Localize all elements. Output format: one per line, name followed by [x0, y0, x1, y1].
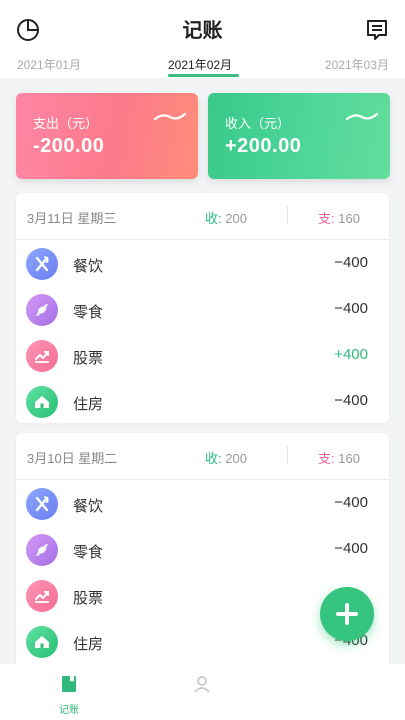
amount: −400	[334, 300, 368, 317]
list-document-icon	[367, 20, 387, 40]
category-label: 零食	[73, 544, 104, 561]
category-label: 住房	[73, 396, 104, 413]
plus-icon-bar	[345, 603, 349, 625]
expense-key: 支:	[318, 451, 335, 466]
day-header: 3月10日 星期二 收: 200 支: 160	[16, 433, 389, 480]
nav-item-profile[interactable]	[172, 674, 232, 701]
list-item[interactable]: 零食 −400	[16, 286, 389, 332]
wave-decoration-icon	[154, 112, 186, 121]
amount: −400	[334, 254, 368, 271]
category-label: 住房	[73, 636, 104, 653]
day-income-summary: 收: 200	[205, 448, 247, 467]
nav-label: 记账	[59, 705, 79, 716]
category-label: 股票	[73, 350, 104, 367]
active-tab-indicator	[168, 74, 239, 77]
month-tabs: 2021年01月 2021年02月 2021年03月	[0, 54, 405, 78]
expense-value: 160	[338, 211, 360, 226]
day-header: 3月11日 星期三 收: 200 支: 160	[16, 193, 389, 240]
candy-icon	[26, 294, 58, 326]
tab-month-prev[interactable]: 2021年01月	[17, 56, 81, 73]
utensils-icon	[26, 488, 58, 520]
expense-value: 160	[338, 451, 360, 466]
income-value: 200	[225, 451, 247, 466]
app-header: 记账 2021年01月 2021年02月 2021年03月	[0, 0, 405, 78]
stock-chart-icon	[26, 340, 58, 372]
add-record-button[interactable]	[320, 587, 374, 641]
tab-month-next[interactable]: 2021年03月	[325, 56, 389, 73]
utensils-icon	[26, 248, 58, 280]
income-key: 收:	[205, 451, 222, 466]
category-label: 股票	[73, 590, 104, 607]
income-key: 收:	[205, 211, 222, 226]
nav-item-bookkeeping[interactable]: 记账	[39, 674, 99, 716]
category-label: 餐饮	[73, 258, 104, 275]
profile-icon	[194, 676, 210, 693]
category-label: 零食	[73, 304, 104, 321]
day-expense-summary: 支: 160	[318, 208, 360, 227]
bottom-nav: 记账	[0, 664, 405, 720]
day-expense-summary: 支: 160	[318, 448, 360, 467]
day-record-card: 3月11日 星期三 收: 200 支: 160 餐饮 −400 零食 −400 …	[16, 193, 389, 423]
page-title: 记账	[182, 20, 223, 42]
stock-chart-icon	[26, 580, 58, 612]
day-date: 3月11日 星期三	[27, 211, 117, 226]
wave-decoration-icon	[346, 112, 378, 121]
day-income-summary: 收: 200	[205, 208, 247, 227]
income-summary-label: 收入（元）	[225, 116, 291, 131]
income-summary-card[interactable]: 收入（元） +200.00	[208, 93, 390, 179]
amount: −400	[334, 494, 368, 511]
amount: +400	[334, 346, 368, 363]
expense-key: 支:	[318, 211, 335, 226]
records-list-button[interactable]	[363, 16, 391, 44]
income-summary-value: +200.00	[225, 135, 302, 157]
amount: −400	[334, 540, 368, 557]
house-icon	[26, 626, 58, 658]
candy-icon	[26, 534, 58, 566]
day-date: 3月10日 星期二	[27, 451, 118, 466]
expense-summary-value: -200.00	[33, 135, 105, 157]
expense-summary-card[interactable]: 支出（元） -200.00	[16, 93, 198, 179]
amount: −400	[334, 392, 368, 409]
category-label: 餐饮	[73, 498, 104, 515]
list-item[interactable]: 住房 −400	[16, 378, 389, 424]
tab-month-current[interactable]: 2021年02月	[168, 56, 232, 73]
list-item[interactable]: 餐饮 −400	[16, 240, 389, 286]
divider	[287, 446, 288, 464]
list-item[interactable]: 股票 +400	[16, 332, 389, 378]
list-item[interactable]: 零食 −400	[16, 526, 389, 572]
bookkeeping-icon	[62, 676, 76, 692]
list-item[interactable]: 餐饮 −400	[16, 480, 389, 526]
divider	[287, 206, 288, 224]
house-icon	[26, 386, 58, 418]
expense-summary-label: 支出（元）	[33, 116, 99, 131]
income-value: 200	[225, 211, 247, 226]
